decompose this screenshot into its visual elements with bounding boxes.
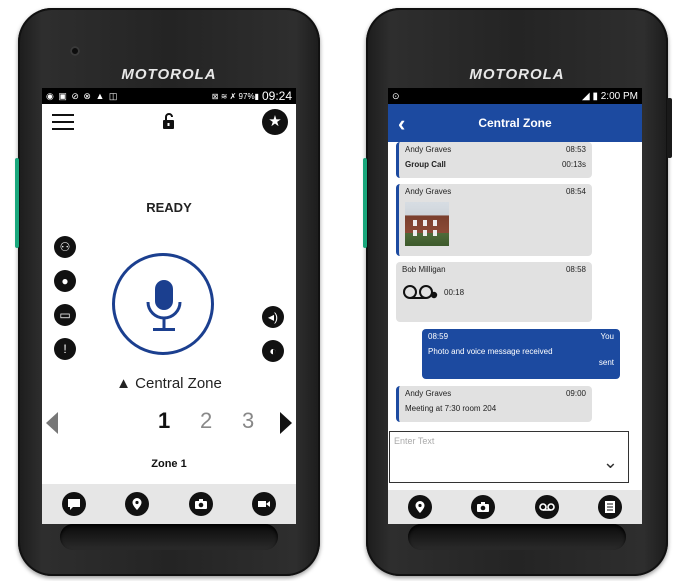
stage: MOTOROLA ◉ ▣ ⊘ ⊗ ▲ ◫ ⊠ ≋ ✗ 97%▮ 09:24 ★ … bbox=[0, 0, 686, 581]
time: 09:00 bbox=[565, 389, 586, 398]
camera-icon[interactable] bbox=[471, 495, 496, 519]
top-bar: ★ bbox=[42, 104, 296, 140]
collapse-chevron-icon[interactable]: ⌄ bbox=[603, 452, 618, 473]
menu-icon[interactable] bbox=[52, 114, 74, 130]
time: 08:53 bbox=[565, 145, 586, 154]
chat-message[interactable]: Andy Graves 09:00 Meeting at 7:30 room 20… bbox=[396, 386, 592, 422]
document-icon[interactable] bbox=[598, 495, 623, 519]
zone-label: Zone 1 bbox=[151, 458, 187, 470]
brand-logo: MOTOROLA bbox=[121, 66, 217, 83]
bottom-nav bbox=[388, 490, 642, 524]
status-bar: ◉ ▣ ⊘ ⊗ ▲ ◫ ⊠ ≋ ✗ 97%▮ 09:24 bbox=[42, 88, 296, 104]
zone-number-1[interactable]: 1 bbox=[158, 408, 170, 434]
previous-zone-arrow-icon[interactable] bbox=[46, 412, 58, 434]
zone-number-2[interactable]: 2 bbox=[200, 408, 212, 434]
phone-right: MOTOROLA ⊙ ◢ ▮ 2:00 PM ‹ Central Zone An… bbox=[363, 8, 672, 576]
zone-number-3[interactable]: 3 bbox=[242, 408, 254, 434]
zone-name-text: Central Zone bbox=[135, 375, 222, 392]
status-time: 09:24 bbox=[261, 89, 292, 103]
phone-left: MOTOROLA ◉ ▣ ⊘ ⊗ ▲ ◫ ⊠ ≋ ✗ 97%▮ 09:24 ★ … bbox=[15, 8, 320, 576]
sender: Andy Graves bbox=[405, 187, 452, 196]
duration: 00:13s bbox=[561, 160, 586, 169]
time: 08:59 bbox=[428, 332, 449, 341]
status-bar: ⊙ ◢ ▮ 2:00 PM bbox=[388, 88, 642, 104]
speaker-grill bbox=[408, 524, 626, 550]
next-zone-arrow-icon[interactable] bbox=[280, 412, 292, 434]
chat-header: ‹ Central Zone bbox=[388, 104, 642, 142]
voicemail-icon[interactable] bbox=[534, 495, 559, 519]
camera-icon[interactable] bbox=[188, 492, 213, 516]
status-left-icon: ⊙ bbox=[392, 90, 400, 101]
microphone-icon bbox=[146, 280, 182, 331]
location-icon[interactable] bbox=[407, 495, 432, 519]
message-input[interactable]: Enter Text ⌄ bbox=[389, 431, 629, 483]
side-strip bbox=[363, 158, 367, 248]
alert-icon[interactable]: ! bbox=[54, 338, 76, 360]
chat-message-outgoing[interactable]: 08:59 You Photo and voice message receive… bbox=[422, 329, 620, 379]
sender: Andy Graves bbox=[405, 145, 452, 154]
brand-logo: MOTOROLA bbox=[469, 66, 565, 83]
speaker-grill bbox=[60, 524, 278, 550]
status-icons: ◉ ▣ ⊘ ⊗ ▲ ◫ bbox=[46, 90, 119, 101]
sender: Andy Graves bbox=[405, 389, 452, 398]
person-small-icon: ▲ bbox=[116, 375, 131, 392]
chat-message-photo[interactable]: Andy Graves 08:54 bbox=[396, 184, 592, 256]
time: 08:54 bbox=[565, 187, 586, 196]
status-right: ◢ ▮ 2:00 PM bbox=[582, 90, 638, 102]
folder-icon[interactable]: ▭ bbox=[54, 304, 76, 326]
screen-chat: ⊙ ◢ ▮ 2:00 PM ‹ Central Zone Andy Graves… bbox=[388, 88, 642, 524]
status-right-icons: ⊠ ≋ ✗ 97%▮ bbox=[211, 91, 259, 101]
input-placeholder: Enter Text bbox=[394, 436, 435, 446]
sender: Bob Milligan bbox=[402, 265, 446, 274]
speaker-mode-icon[interactable]: ◐ bbox=[262, 340, 284, 362]
message-body: Photo and voice message received bbox=[428, 347, 553, 356]
ptt-button[interactable] bbox=[112, 253, 214, 355]
photo-thumbnail[interactable] bbox=[405, 202, 449, 246]
person-icon[interactable]: ● bbox=[54, 270, 76, 292]
front-camera bbox=[70, 46, 80, 56]
chat-list: Andy Graves 08:53 Group Call 00:13s Andy G… bbox=[388, 142, 642, 427]
zone-name: ▲ Central Zone bbox=[42, 375, 296, 392]
location-icon[interactable] bbox=[125, 492, 150, 516]
duration: 00:18 bbox=[444, 287, 465, 297]
chat-title: Central Zone bbox=[478, 116, 552, 130]
message-status: sent bbox=[598, 358, 614, 367]
time: 08:58 bbox=[565, 265, 586, 274]
people-group-icon[interactable]: ⚇ bbox=[54, 236, 76, 258]
screen-ptt: ◉ ▣ ⊘ ⊗ ▲ ◫ ⊠ ≋ ✗ 97%▮ 09:24 ★ READY ⚇ ●… bbox=[42, 88, 296, 524]
video-icon[interactable] bbox=[252, 492, 277, 516]
chat-message[interactable]: Andy Graves 08:53 Group Call 00:13s bbox=[396, 142, 592, 178]
chat-icon[interactable] bbox=[61, 492, 86, 516]
volume-icon[interactable]: ◂) bbox=[262, 306, 284, 328]
zone-selector: 1 2 3 bbox=[42, 408, 296, 438]
side-button bbox=[667, 98, 672, 158]
unlock-icon[interactable] bbox=[160, 112, 178, 130]
chat-message-voice[interactable]: Bob Milligan 08:58 00:18 bbox=[396, 262, 592, 322]
sender: You bbox=[600, 332, 615, 341]
message-body: Meeting at 7:30 room 204 bbox=[405, 404, 497, 413]
message-body: Group Call bbox=[405, 160, 446, 169]
favorites-star-icon[interactable]: ★ bbox=[262, 109, 288, 135]
bottom-nav bbox=[42, 484, 296, 524]
voicemail-icon[interactable] bbox=[402, 284, 442, 300]
side-strip bbox=[15, 158, 19, 248]
ptt-status: READY bbox=[146, 200, 192, 215]
